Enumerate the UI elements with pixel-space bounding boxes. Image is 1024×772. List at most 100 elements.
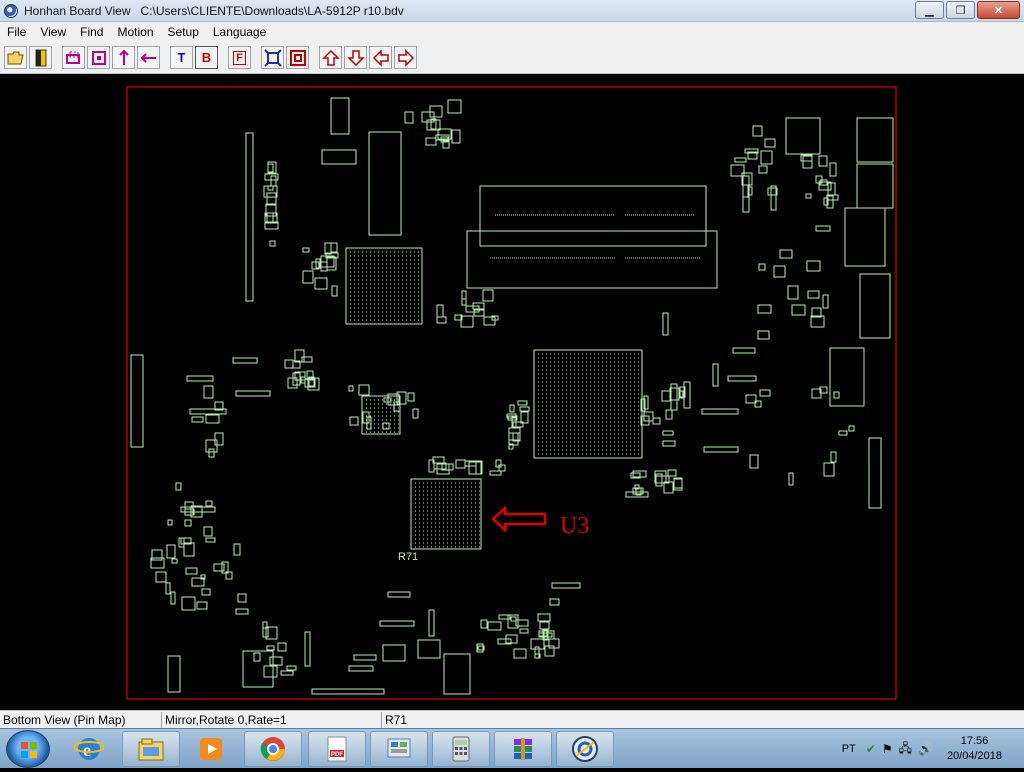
connector-far-left[interactable] — [130, 354, 144, 448]
board-component[interactable] — [348, 665, 374, 672]
board-component[interactable] — [757, 330, 770, 340]
board-component[interactable] — [759, 389, 771, 397]
menu-find[interactable]: Find — [73, 25, 110, 39]
board-component[interactable] — [412, 408, 419, 419]
board-component[interactable] — [155, 571, 167, 583]
board-component[interactable] — [266, 645, 275, 651]
board-component[interactable] — [787, 285, 799, 300]
network-icon[interactable]: 🖧 — [899, 739, 912, 760]
board-component[interactable] — [498, 464, 506, 472]
board-component[interactable] — [663, 481, 674, 494]
board-component[interactable] — [326, 256, 337, 271]
taskbar-pdf[interactable]: PDF — [308, 731, 366, 767]
board-component[interactable] — [487, 621, 502, 631]
memory-slot-upper[interactable] — [479, 185, 707, 247]
board-component[interactable] — [404, 111, 414, 124]
taskbar-honhan[interactable] — [556, 731, 614, 767]
board-component[interactable] — [266, 192, 277, 206]
board-component[interactable] — [791, 304, 806, 316]
flag-icon[interactable]: ⚑ — [882, 742, 893, 756]
board-component[interactable] — [539, 621, 550, 630]
board-canvas[interactable]: U3 R71 — [0, 75, 1024, 710]
board-component[interactable] — [324, 242, 332, 255]
taskbar-chrome[interactable] — [244, 731, 302, 767]
chip-right-2[interactable] — [856, 163, 894, 209]
board-component[interactable] — [436, 316, 447, 324]
board-component[interactable] — [269, 240, 276, 247]
board-component[interactable] — [838, 430, 848, 436]
connector-right[interactable] — [868, 437, 882, 509]
board-component[interactable] — [823, 462, 835, 477]
board-component[interactable] — [233, 543, 241, 556]
board-component[interactable] — [267, 185, 274, 191]
maximize-button[interactable]: ❐ — [946, 1, 975, 19]
board-component[interactable] — [758, 263, 766, 271]
board-component[interactable] — [232, 357, 258, 364]
pan-up-button[interactable] — [319, 46, 342, 69]
board-component[interactable] — [818, 155, 828, 167]
board-component[interactable] — [662, 430, 674, 436]
zoom-out-button[interactable] — [286, 46, 309, 69]
board-component[interactable] — [208, 448, 215, 458]
board-component[interactable] — [235, 608, 249, 615]
board-component[interactable] — [482, 289, 494, 302]
board-component[interactable] — [263, 185, 278, 198]
board-component[interactable] — [170, 591, 176, 605]
board-component[interactable] — [460, 315, 474, 328]
board-component[interactable] — [662, 440, 676, 447]
board-component[interactable] — [237, 593, 247, 603]
board-component[interactable] — [703, 446, 739, 453]
chip-right-5[interactable] — [829, 347, 865, 407]
board-component[interactable] — [186, 375, 214, 382]
fill-button[interactable]: F — [228, 46, 251, 69]
board-component[interactable] — [284, 359, 294, 369]
board-component[interactable] — [314, 277, 328, 290]
board-component[interactable] — [175, 482, 182, 491]
connector-bottom-left[interactable] — [167, 655, 181, 693]
board-component[interactable] — [432, 456, 445, 464]
board-component[interactable] — [848, 425, 855, 432]
bottom-side-button[interactable]: B — [195, 46, 218, 69]
minimize-button[interactable]: ▁ — [915, 1, 944, 19]
board-component[interactable] — [358, 384, 370, 396]
chip-bottom-mid-2[interactable] — [382, 644, 406, 662]
clock[interactable]: 17:56 20/04/2018 — [947, 734, 1002, 764]
board-component[interactable] — [519, 628, 529, 634]
board-component[interactable] — [451, 129, 461, 144]
board-component[interactable] — [331, 285, 338, 297]
pan-left-button[interactable] — [369, 46, 392, 69]
board-component[interactable] — [734, 157, 747, 163]
board-component[interactable] — [353, 654, 377, 661]
board-component[interactable] — [330, 242, 338, 253]
board-component[interactable] — [428, 609, 435, 637]
board-component[interactable] — [302, 247, 310, 253]
board-component[interactable] — [253, 652, 261, 662]
board-component[interactable] — [349, 416, 359, 426]
board-component[interactable] — [509, 404, 515, 413]
board-component[interactable] — [489, 470, 502, 476]
board-component[interactable] — [266, 212, 274, 223]
board-component[interactable] — [788, 472, 794, 486]
bottom-strip[interactable] — [311, 688, 385, 695]
board-component[interactable] — [196, 601, 208, 610]
board-component[interactable] — [270, 175, 277, 187]
board-component[interactable] — [520, 411, 529, 424]
flip-horizontal-button[interactable] — [137, 46, 160, 69]
board-component[interactable] — [294, 349, 305, 363]
board-component[interactable] — [277, 642, 287, 652]
board-component[interactable] — [205, 537, 216, 543]
taskbar-ie[interactable]: e — [60, 731, 118, 767]
board-component[interactable] — [773, 265, 786, 278]
board-component[interactable] — [280, 670, 294, 676]
board-component[interactable] — [425, 137, 437, 146]
menu-view[interactable]: View — [33, 25, 73, 39]
board-component[interactable] — [712, 363, 719, 387]
board-component[interactable] — [701, 408, 739, 415]
board-component[interactable] — [810, 315, 825, 328]
board-component[interactable] — [662, 312, 669, 336]
board-component[interactable] — [165, 582, 171, 595]
board-component[interactable] — [263, 665, 278, 678]
board-component[interactable] — [205, 500, 213, 507]
board-component[interactable] — [551, 582, 581, 589]
board-component[interactable] — [779, 249, 793, 259]
